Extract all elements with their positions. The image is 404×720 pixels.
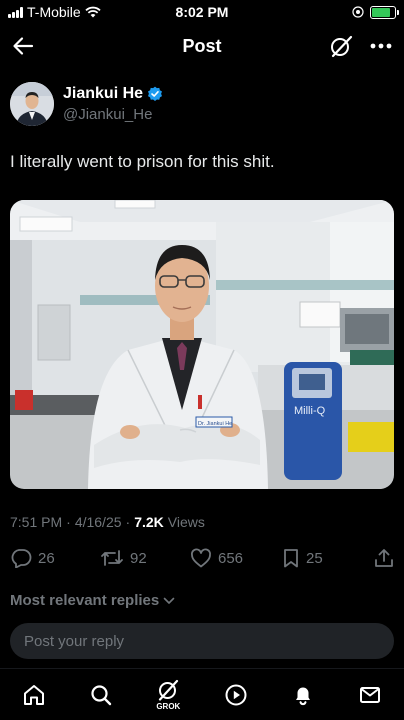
search-icon: [91, 684, 112, 705]
chevron-down-icon: [163, 597, 175, 604]
tab-home[interactable]: [14, 675, 54, 715]
tab-grok[interactable]: GROK: [148, 675, 188, 715]
heart-icon: [191, 548, 211, 568]
tweet-meta: 7:51 PM · 4/16/25 · 7.2K Views: [10, 514, 205, 530]
orientation-lock-icon: [352, 6, 364, 18]
tweet-author[interactable]: Jiankui He @Jiankui_He: [10, 82, 163, 126]
tweet-photo[interactable]: Milli-Q Dr. Jiankui He: [10, 200, 394, 489]
reply-count: 26: [38, 549, 55, 567]
share-button[interactable]: [374, 548, 394, 568]
tab-search[interactable]: [81, 675, 121, 715]
play-icon: [225, 684, 247, 705]
arrow-left-icon: [13, 37, 34, 55]
verified-badge-icon: [148, 86, 163, 101]
status-right: [352, 5, 399, 19]
avatar[interactable]: [10, 82, 54, 126]
bookmark-count: 25: [306, 549, 323, 567]
tweet-text: I literally went to prison for this shit…: [10, 152, 275, 171]
meta-separator: ·: [125, 514, 131, 530]
grok-button[interactable]: [328, 33, 354, 59]
bottom-tab-bar: GROK: [0, 668, 404, 720]
tab-video[interactable]: [216, 675, 256, 715]
tweet-actions: 26 92 656 25: [10, 546, 394, 570]
author-text: Jiankui He @Jiankui_He: [63, 85, 163, 123]
tab-grok-label: GROK: [156, 701, 181, 711]
share-icon: [375, 549, 393, 567]
bookmark-button[interactable]: 25: [282, 548, 323, 568]
wifi-icon: [85, 6, 101, 18]
mail-icon: [360, 686, 381, 703]
status-bar: T-Mobile 8:02 PM: [0, 0, 404, 24]
device-label: Milli-Q: [294, 405, 326, 417]
bookmark-icon: [284, 549, 298, 568]
repost-count: 92: [130, 549, 147, 567]
status-left: T-Mobile: [8, 4, 101, 20]
grok-icon: [331, 35, 353, 58]
author-name[interactable]: Jiankui He: [63, 85, 143, 103]
views-label[interactable]: Views: [168, 514, 205, 530]
cellular-signal-icon: [8, 6, 23, 18]
tab-messages[interactable]: [350, 675, 390, 715]
views-count[interactable]: 7.2K: [134, 514, 164, 530]
tweet-date: 4/16/25: [74, 514, 122, 530]
back-button[interactable]: [10, 33, 36, 59]
like-count: 656: [218, 549, 244, 567]
reply-button[interactable]: 26: [10, 548, 55, 568]
repost-button[interactable]: 92: [100, 548, 147, 568]
author-name-row: Jiankui He: [63, 85, 163, 103]
top-nav: Post: [0, 24, 404, 68]
more-horizontal-icon: [370, 43, 392, 49]
home-icon: [23, 684, 44, 705]
reply-icon: [11, 549, 32, 568]
nav-right: [328, 33, 394, 59]
meta-separator: ·: [66, 514, 71, 530]
author-handle[interactable]: @Jiankui_He: [63, 106, 163, 123]
reply-placeholder: Post your reply: [24, 632, 125, 650]
grok-icon: [159, 679, 179, 701]
battery-icon: [370, 5, 399, 19]
reply-input[interactable]: Post your reply: [10, 623, 394, 659]
like-button[interactable]: 656: [190, 548, 243, 568]
more-options-button[interactable]: [368, 33, 394, 59]
replies-sort-label: Most relevant replies: [10, 592, 160, 609]
name-badge-text: Dr. Jiankui He: [198, 421, 232, 427]
replies-sort-dropdown[interactable]: Most relevant replies: [10, 592, 175, 609]
repost-icon: [101, 550, 123, 566]
tweet-time: 7:51 PM: [10, 514, 63, 530]
carrier-name: T-Mobile: [27, 4, 81, 20]
bell-icon: [295, 687, 310, 705]
tab-notifications[interactable]: [283, 675, 323, 715]
